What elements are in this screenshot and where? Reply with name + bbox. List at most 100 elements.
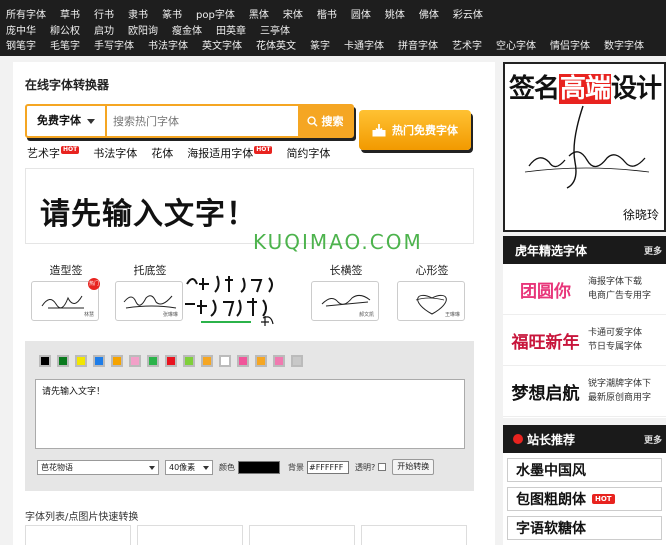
color-swatch[interactable] [183, 355, 195, 367]
color-swatch[interactable] [273, 355, 285, 367]
featured-font-item[interactable]: 福旺新年 卡通可爱字体 节日专属字体 [503, 315, 666, 366]
search-button[interactable]: 搜索 [298, 106, 352, 136]
color-swatch[interactable] [237, 355, 249, 367]
tag-art-text[interactable]: 艺术字 HOT [27, 145, 80, 161]
font-type-select[interactable]: 免费字体 [27, 106, 107, 136]
font-art: 梦想启航 [511, 383, 580, 404]
nav-link[interactable]: 花体英文 [256, 39, 296, 55]
color-swatch[interactable] [129, 355, 141, 367]
signature-style-base[interactable]: 托底签 张琳琳 [115, 262, 185, 321]
color-swatch[interactable] [201, 355, 213, 367]
nav-link[interactable]: 所有字体 [6, 8, 46, 24]
signature-art-icon [524, 105, 650, 189]
nav-link[interactable]: 启功 [94, 24, 114, 40]
font-desc-line: 最新原创商用字 [588, 393, 652, 403]
nav-link[interactable]: 欧阳询 [128, 24, 158, 40]
background-color-input[interactable]: #FFFFFF [307, 460, 349, 474]
nav-link[interactable]: pop字体 [196, 8, 235, 24]
recommended-item[interactable]: 字语软糖体 [507, 516, 662, 540]
chevron-down-icon [149, 465, 155, 470]
nav-link[interactable]: 篆书 [162, 8, 182, 24]
search-input[interactable] [107, 106, 298, 136]
font-list-item[interactable] [361, 525, 467, 545]
nav-link[interactable]: 空心字体 [496, 39, 536, 55]
signature-sample-name: 王琳琳 [444, 312, 460, 318]
recommended-item[interactable]: 水墨中国风 [507, 458, 662, 482]
color-swatch[interactable] [147, 355, 159, 367]
nav-link[interactable]: 情侣字体 [550, 39, 590, 55]
more-link[interactable]: 更多 [644, 433, 662, 446]
nav-link[interactable]: 书法字体 [148, 39, 188, 55]
recommended-item-label: 水墨中国风 [516, 463, 586, 479]
nav-link[interactable]: 手写字体 [94, 39, 134, 55]
font-art: 团圆你 [520, 281, 571, 302]
nav-link[interactable]: 行书 [94, 8, 114, 24]
hot-free-fonts-label: 热门免费字体 [392, 124, 458, 137]
hot-free-fonts-button[interactable]: 热门免费字体 [359, 110, 471, 150]
nav-link[interactable]: 卡通字体 [344, 39, 384, 55]
recommended-item[interactable]: 包图粗朗体 HOT [507, 487, 662, 511]
nav-link[interactable]: 圆体 [351, 8, 371, 24]
font-list-item[interactable] [249, 525, 355, 545]
font-select[interactable]: 芭花物语 [37, 459, 159, 475]
nav-link[interactable]: 柳公权 [50, 24, 80, 40]
size-select[interactable]: 40像素 [165, 459, 213, 475]
nav-link[interactable]: 庞中华 [6, 24, 36, 40]
signature-sample: 张琳琳 [115, 281, 183, 321]
watermark: KUQIMAO.COM [253, 230, 423, 254]
color-swatches [39, 355, 309, 367]
signature-style-shape[interactable]: 造型签 林慧 热门 [31, 262, 101, 321]
font-list-item[interactable] [25, 525, 131, 545]
nav-link[interactable]: 拼音字体 [398, 39, 438, 55]
color-swatch[interactable] [57, 355, 69, 367]
color-swatch[interactable] [165, 355, 177, 367]
text-input[interactable]: 请先输入文字！ [35, 379, 465, 449]
nav-link[interactable]: 毛笔字 [50, 39, 80, 55]
color-swatch[interactable] [291, 355, 303, 367]
hot-badge: 热门 [88, 278, 100, 290]
nav-link[interactable]: 隶书 [128, 8, 148, 24]
nav-link[interactable]: 宋体 [283, 8, 303, 24]
start-convert-button[interactable]: 开始转换 [392, 459, 435, 475]
color-swatch[interactable] [111, 355, 123, 367]
preview-text: 请先输入文字！ [40, 197, 257, 232]
signature-design-ad[interactable]: 签名高端设计 徐晓玲 [503, 62, 666, 232]
converter-panel: 在线字体转换器 免费字体 搜索 热门免费字体 艺术字HOT 书法字体 花体 海报… [13, 62, 495, 545]
color-swatch[interactable] [93, 355, 105, 367]
tag-fancy[interactable]: 花体 [151, 145, 173, 161]
featured-font-item[interactable]: 梦想启航 锐字潮牌字体下 最新原创商用字 [503, 366, 666, 417]
font-desc: 海报字体下载 电商广告专用字 [588, 275, 651, 303]
tag-poster[interactable]: 海报适用字体 HOT [187, 145, 273, 161]
nav-link[interactable]: 钢笔字 [6, 39, 36, 55]
nav-link[interactable]: 瘦金体 [172, 24, 202, 40]
more-link[interactable]: 更多 [644, 244, 662, 257]
color-swatch[interactable] [255, 355, 267, 367]
nav-link[interactable]: 艺术字 [452, 39, 482, 55]
font-desc: 锐字潮牌字体下 最新原创商用字 [588, 377, 651, 405]
nav-link[interactable]: 草书 [60, 8, 80, 24]
tag-calligraphy[interactable]: 书法字体 [93, 145, 137, 161]
nav-link[interactable]: 彩云体 [453, 8, 483, 24]
text-color-picker[interactable] [238, 460, 280, 474]
nav-link[interactable]: 田英章 [216, 24, 246, 40]
nav-link[interactable]: 篆字 [310, 39, 330, 55]
featured-font-item[interactable]: 团圆你 海报字体下载 电商广告专用字 [503, 264, 666, 315]
color-swatch[interactable] [75, 355, 87, 367]
transparent-checkbox[interactable] [378, 463, 387, 471]
nav-link[interactable]: 黑体 [249, 8, 269, 24]
signature-style-label: 心形签 [415, 264, 449, 277]
color-swatch[interactable] [39, 355, 51, 367]
font-art: 福旺新年 [511, 332, 580, 353]
tag-simple[interactable]: 简约字体 [286, 145, 330, 161]
nav-link[interactable]: 佛体 [419, 8, 439, 24]
nav-link[interactable]: 楷书 [317, 8, 337, 24]
nav-link[interactable]: 数字字体 [604, 39, 644, 55]
signature-style-heart[interactable]: 心形签 王琳琳 [397, 262, 467, 321]
font-list-item[interactable] [137, 525, 243, 545]
nav-link[interactable]: 三亭体 [260, 24, 290, 40]
nav-link[interactable]: 英文字体 [202, 39, 242, 55]
page-title: 在线字体转换器 [25, 78, 110, 92]
signature-style-long[interactable]: 长横签 郝文凯 [311, 262, 381, 321]
nav-link[interactable]: 姚体 [385, 8, 405, 24]
color-swatch[interactable] [219, 355, 231, 367]
